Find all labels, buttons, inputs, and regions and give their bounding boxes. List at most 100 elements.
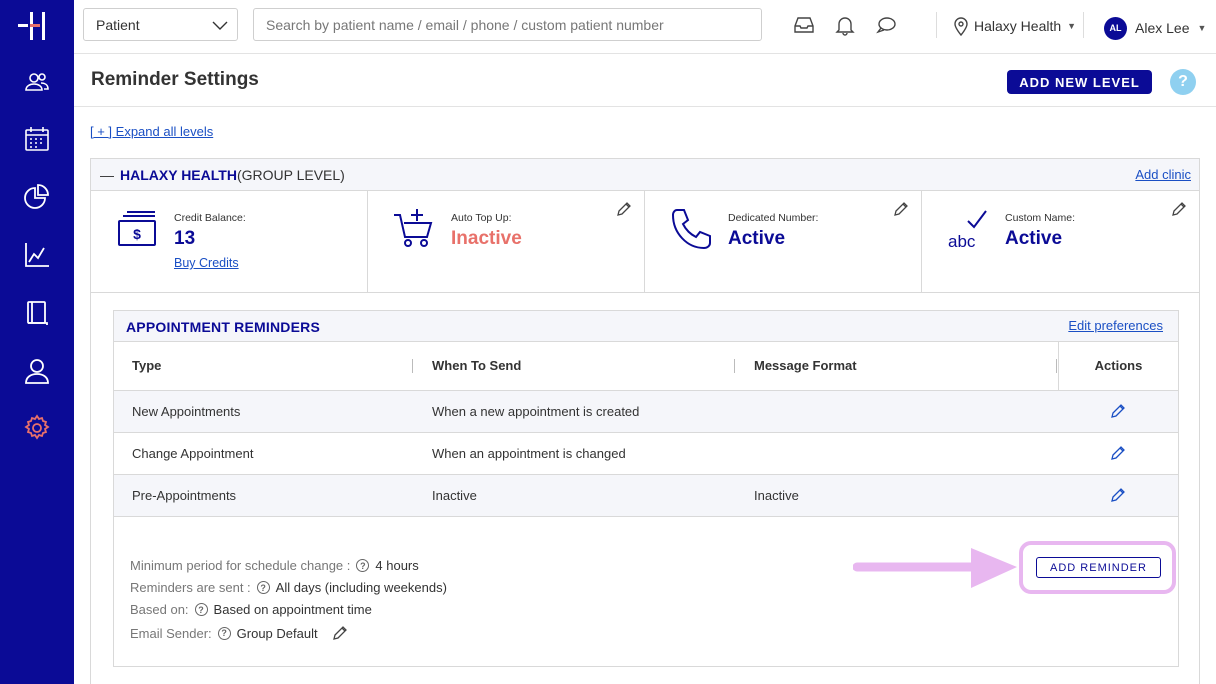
pencil-icon[interactable]	[616, 201, 632, 217]
divider	[1083, 12, 1084, 38]
row-format: Inactive	[754, 488, 799, 503]
edit-preferences-link[interactable]: Edit preferences	[1068, 318, 1163, 333]
map-pin-icon	[954, 17, 968, 36]
row-when: Inactive	[432, 488, 477, 503]
collapse-icon[interactable]: —	[100, 167, 114, 183]
sender-label: Email Sender:	[130, 625, 212, 641]
column-divider	[734, 359, 735, 373]
caret-down-icon: ▼	[1197, 23, 1207, 33]
buy-credits-link[interactable]: Buy Credits	[174, 256, 239, 270]
table-row: Pre-Appointments Inactive Inactive	[114, 475, 1178, 517]
pencil-icon[interactable]	[893, 201, 909, 217]
avatar: AL	[1104, 16, 1127, 40]
settings-icon	[24, 414, 50, 440]
column-divider	[1056, 359, 1057, 373]
book-icon	[27, 301, 48, 325]
based-label: Based on:	[130, 602, 189, 617]
dedicated-number-value: Active	[728, 228, 786, 249]
group-level-panel: — HALAXY HEALTH(GROUP LEVEL) Add clinic …	[90, 158, 1200, 684]
svg-text:$: $	[133, 226, 141, 242]
question-icon[interactable]: ?	[217, 626, 231, 640]
pencil-icon[interactable]	[1171, 201, 1187, 217]
row-when: When an appointment is changed	[432, 446, 626, 461]
pencil-icon[interactable]	[1110, 487, 1126, 503]
table-row: Change Appointment When an appointment i…	[114, 433, 1178, 475]
calendar-icon	[25, 127, 49, 151]
sidebar-item-patients[interactable]	[0, 62, 74, 102]
reminders-title: APPOINTMENT REMINDERS	[126, 319, 320, 335]
credit-balance-label: Credit Balance:	[174, 212, 246, 224]
line-chart-icon	[25, 243, 49, 267]
sidebar-item-analytics[interactable]	[0, 235, 74, 275]
min-period-setting: Minimum period for schedule change : ? 4…	[130, 558, 419, 573]
sms-summary-cards: $ Credit Balance: 13 Buy Credits Auto To…	[91, 191, 1199, 293]
inbox-icon[interactable]	[793, 14, 815, 36]
users-icon	[25, 73, 49, 91]
min-period-value: 4 hours	[375, 558, 419, 573]
question-icon[interactable]: ?	[256, 581, 270, 594]
user-menu[interactable]: AL Alex Lee ▼	[1104, 16, 1206, 40]
pencil-icon[interactable]	[332, 625, 348, 641]
custom-name-value: Active	[1005, 228, 1063, 249]
column-header-actions: Actions	[1058, 342, 1178, 391]
sidebar-item-library[interactable]	[0, 293, 74, 333]
sidebar-item-settings[interactable]	[0, 408, 74, 448]
column-header-when[interactable]: When To Send	[432, 358, 521, 373]
pencil-icon[interactable]	[1110, 445, 1126, 461]
question-icon[interactable]: ?	[194, 603, 208, 616]
location-selector[interactable]: Halaxy Health ▼	[954, 14, 1076, 38]
sidebar-item-calendar[interactable]	[0, 119, 74, 159]
email-sender-setting: Email Sender: ? Group Default	[130, 625, 348, 641]
row-type: Pre-Appointments	[132, 488, 237, 503]
sidebar-item-profile[interactable]	[0, 351, 74, 391]
halaxy-logo[interactable]	[16, 10, 52, 42]
cart-add-icon	[394, 209, 433, 247]
group-name: HALAXY HEALTH	[120, 167, 237, 183]
row-when: When a new appointment is created	[432, 404, 640, 419]
dedicated-number-card: Dedicated Number: Active	[645, 191, 922, 293]
add-clinic-link[interactable]: Add clinic	[1135, 167, 1191, 182]
search-type-value: Patient	[96, 16, 140, 33]
user-icon	[25, 359, 49, 384]
based-value: Based on appointment time	[213, 602, 372, 617]
group-title: HALAXY HEALTH(GROUP LEVEL)	[120, 167, 345, 183]
credit-balance-value: 13	[174, 228, 196, 249]
svg-text:abc: abc	[948, 232, 976, 251]
help-icon[interactable]: ?	[1170, 69, 1196, 95]
based-on-setting: Based on: ? Based on appointment time	[130, 602, 372, 617]
custom-name-card: abc Custom Name: Active	[922, 191, 1199, 293]
add-new-level-button[interactable]: ADD NEW LEVEL	[1007, 70, 1152, 94]
column-divider	[412, 359, 413, 373]
column-header-type[interactable]: Type	[132, 358, 161, 373]
page-header: Reminder Settings ADD NEW LEVEL ?	[74, 54, 1216, 107]
table-row: New Appointments When a new appointment …	[114, 391, 1178, 433]
spellcheck-icon: abc	[948, 210, 987, 251]
search-input[interactable]	[253, 8, 762, 41]
appointment-reminders-panel: APPOINTMENT REMINDERS Edit preferences T…	[113, 310, 1179, 667]
phone-icon	[671, 209, 711, 250]
credit-balance-card: $ Credit Balance: 13 Buy Credits	[91, 191, 368, 293]
sent-value: All days (including weekends)	[275, 580, 447, 595]
page-title: Reminder Settings	[91, 69, 259, 90]
column-header-format[interactable]: Message Format	[754, 358, 857, 373]
sidebar	[0, 0, 74, 684]
money-stack-icon: $	[118, 211, 156, 246]
min-period-label: Minimum period for schedule change :	[130, 558, 351, 573]
chat-icon[interactable]	[875, 14, 897, 36]
sidebar-item-reports[interactable]	[0, 177, 74, 217]
group-level-label: (GROUP LEVEL)	[236, 167, 345, 183]
pencil-icon[interactable]	[1110, 403, 1126, 419]
row-type: New Appointments	[132, 404, 241, 419]
pie-chart-icon	[24, 184, 49, 209]
dedicated-number-label: Dedicated Number:	[728, 212, 819, 224]
table-header: Type When To Send Message Format Actions	[114, 342, 1178, 391]
add-reminder-button[interactable]: ADD REMINDER	[1036, 557, 1161, 578]
question-icon[interactable]: ?	[356, 559, 370, 572]
bell-icon[interactable]	[834, 14, 856, 36]
row-type: Change Appointment	[132, 446, 254, 461]
search-type-select[interactable]: Patient	[83, 8, 238, 41]
sender-value: Group Default	[236, 625, 318, 641]
expand-all-link[interactable]: [ + ] Expand all levels	[90, 124, 213, 139]
top-bar: Patient Halaxy Health ▼ AL Alex Lee ▼	[74, 0, 1216, 54]
location-name: Halaxy Health	[974, 18, 1062, 34]
